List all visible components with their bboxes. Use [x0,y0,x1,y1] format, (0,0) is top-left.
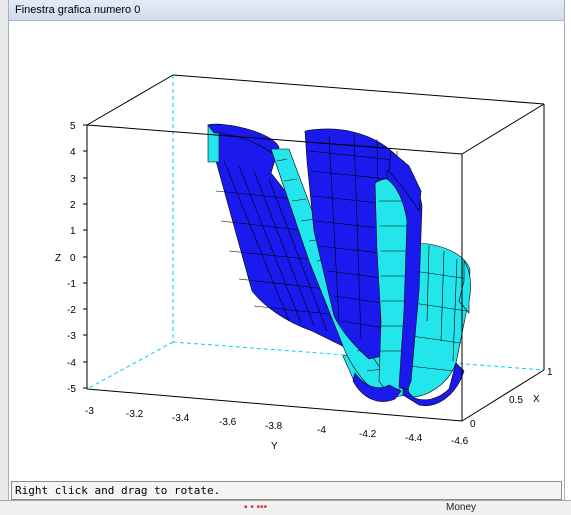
z-tick: -2 [67,305,76,316]
3d-plot[interactable]: 5 4 3 2 1 0 -1 -2 -3 -4 -5 Z -3 -3.2 -3.… [9,21,564,481]
y-tick: -3.4 [172,413,190,424]
y-tick: -3.8 [265,421,283,432]
z-axis: 5 4 3 2 1 0 -1 -2 -3 -4 -5 Z [55,121,87,395]
z-tick: 2 [70,200,76,211]
window-title: Finestra grafica numero 0 [15,4,141,16]
y-tick: -4.6 [451,436,469,447]
y-tick: -3.6 [219,417,237,428]
y-axis-label: Y [271,441,278,452]
y-tick: -3.2 [126,409,144,420]
y-tick: -4.2 [359,429,377,440]
x-axis-label: X [533,394,540,405]
graphic-window: Finestra grafica numero 0 5 4 3 2 1 0 -1… [8,0,565,501]
plot-canvas[interactable]: 5 4 3 2 1 0 -1 -2 -3 -4 -5 Z -3 -3.2 -3.… [9,21,564,481]
z-tick: 3 [70,174,76,185]
z-tick: 1 [70,226,76,237]
y-tick: -4 [317,425,326,436]
z-tick: -3 [67,331,76,342]
z-tick: 0 [70,253,76,264]
x-tick: 1 [547,367,553,378]
x-tick: 0 [470,419,476,430]
background-taskbar: ▪ • ••• Money [0,500,571,515]
status-bar: Right click and drag to rotate. [11,481,562,500]
taskbar-money-label[interactable]: Money [446,502,476,513]
surface [207,123,471,406]
z-tick: -5 [67,384,76,395]
taskbar-misc: ▪ • ••• [244,502,268,513]
z-axis-label: Z [55,253,61,264]
z-tick: -4 [67,358,76,369]
z-tick: 5 [70,121,76,132]
y-axis: -3 -3.2 -3.4 -3.6 -3.8 -4 -4.2 -4.4 -4.6… [85,406,469,452]
y-tick: -4.4 [405,433,423,444]
x-tick: 0.5 [509,395,523,406]
x-axis: 0 0.5 1 X [470,367,553,430]
status-message: Right click and drag to rotate. [15,484,221,497]
z-tick: -1 [67,279,76,290]
y-tick: -3 [85,406,94,417]
z-tick: 4 [70,147,76,158]
title-bar[interactable]: Finestra grafica numero 0 [9,0,564,21]
